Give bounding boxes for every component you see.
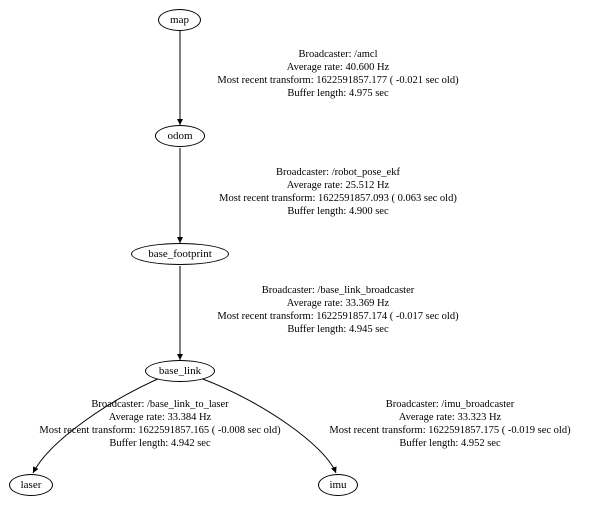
edge-l1: Broadcaster: /base_link_to_laser — [20, 398, 300, 411]
edge-l4: Buffer length: 4.942 sec — [20, 437, 300, 450]
edge-l4: Buffer length: 4.900 sec — [188, 205, 488, 218]
edge-l3: Most recent transform: 1622591857.177 ( … — [188, 74, 488, 87]
edge-l2: Average rate: 33.384 Hz — [20, 411, 300, 424]
edge-l4: Buffer length: 4.952 sec — [310, 437, 590, 450]
edge-l3: Most recent transform: 1622591857.093 ( … — [188, 192, 488, 205]
node-base-link-label: base_link — [159, 366, 201, 377]
node-map-label: map — [170, 15, 189, 26]
node-laser-label: laser — [21, 480, 42, 491]
edge-l1: Broadcaster: /robot_pose_ekf — [188, 166, 488, 179]
node-odom: odom — [155, 125, 205, 147]
edge-l1: Broadcaster: /amcl — [188, 48, 488, 61]
edge-l3: Most recent transform: 1622591857.165 ( … — [20, 424, 300, 437]
edge-l2: Average rate: 40.600 Hz — [188, 61, 488, 74]
edge-label-baselink-laser: Broadcaster: /base_link_to_laser Average… — [20, 398, 300, 451]
node-imu: imu — [318, 474, 358, 496]
edge-l3: Most recent transform: 1622591857.174 ( … — [188, 310, 488, 323]
node-base-footprint-label: base_footprint — [148, 249, 212, 260]
edge-l2: Average rate: 33.323 Hz — [310, 411, 590, 424]
node-base-link: base_link — [145, 360, 215, 382]
node-odom-label: odom — [167, 131, 192, 142]
node-map: map — [158, 9, 201, 31]
edge-l1: Broadcaster: /base_link_broadcaster — [188, 284, 488, 297]
edge-l4: Buffer length: 4.945 sec — [188, 323, 488, 336]
node-base-footprint: base_footprint — [131, 243, 229, 265]
node-imu-label: imu — [329, 480, 346, 491]
edge-l4: Buffer length: 4.975 sec — [188, 87, 488, 100]
edge-label-baselink-imu: Broadcaster: /imu_broadcaster Average ra… — [310, 398, 590, 451]
edge-l3: Most recent transform: 1622591857.175 ( … — [310, 424, 590, 437]
edge-label-odom-basefootprint: Broadcaster: /robot_pose_ekf Average rat… — [188, 166, 488, 219]
edge-label-basefootprint-baselink: Broadcaster: /base_link_broadcaster Aver… — [188, 284, 488, 337]
edge-label-map-odom: Broadcaster: /amcl Average rate: 40.600 … — [188, 48, 488, 101]
edge-l1: Broadcaster: /imu_broadcaster — [310, 398, 590, 411]
edge-l2: Average rate: 25.512 Hz — [188, 179, 488, 192]
edge-l2: Average rate: 33.369 Hz — [188, 297, 488, 310]
node-laser: laser — [9, 474, 53, 496]
